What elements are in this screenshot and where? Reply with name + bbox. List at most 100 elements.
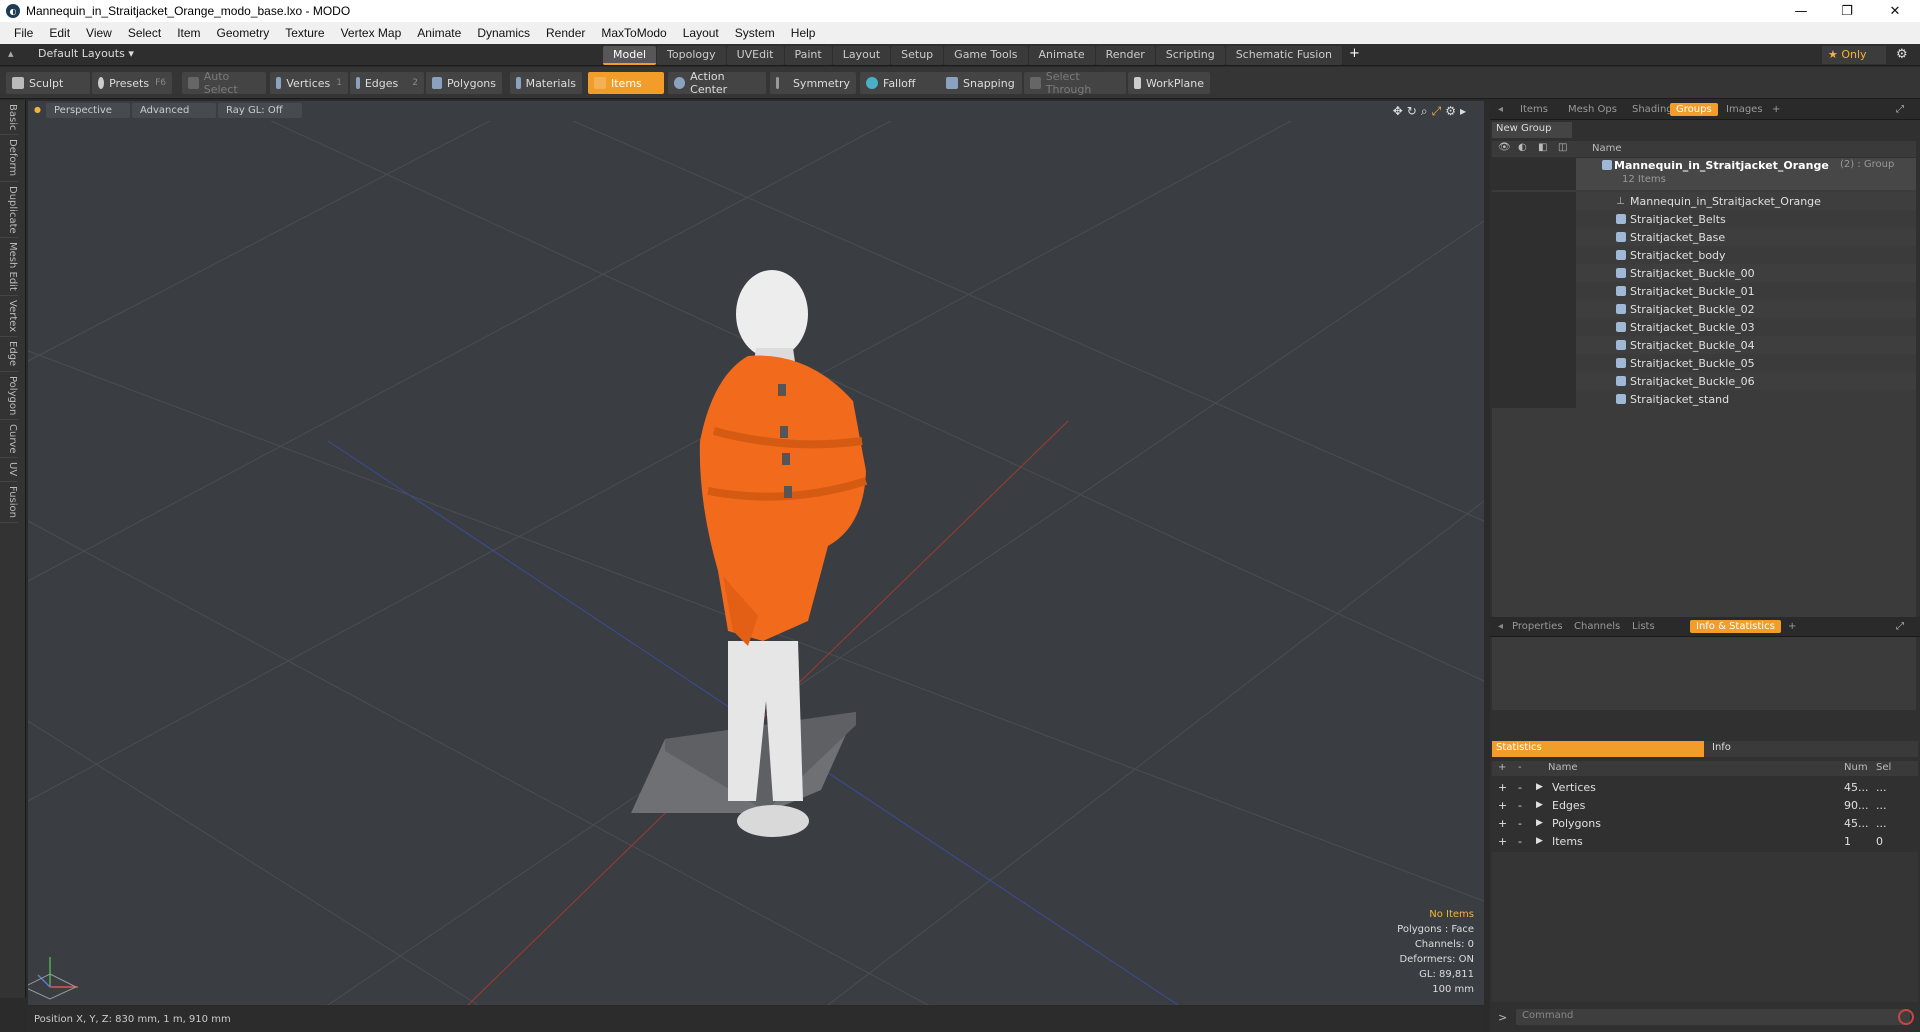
left-tab-fusion[interactable]: Fusion (0, 482, 18, 523)
expand-all-icon[interactable]: + (1498, 762, 1506, 773)
expand-icon[interactable]: ▴ (8, 47, 14, 60)
raygl-toggle[interactable]: Ray GL: Off (218, 103, 302, 118)
menu-layout[interactable]: Layout (683, 26, 719, 40)
group-row[interactable]: ▾ Mannequin_in_Straitjacket_Orange (2) :… (1492, 158, 1916, 190)
tab-setup[interactable]: Setup (891, 46, 944, 65)
add-icon[interactable]: + (1498, 781, 1507, 794)
tab-schematic-fusion[interactable]: Schematic Fusion (1225, 46, 1343, 65)
menu-file[interactable]: File (14, 26, 33, 40)
minimize-icon[interactable]: — (1778, 0, 1824, 22)
tab-scripting[interactable]: Scripting (1155, 46, 1225, 65)
tab-properties[interactable]: Properties (1506, 620, 1569, 633)
items-button[interactable]: Items (588, 72, 664, 94)
tab-layout[interactable]: Layout (832, 46, 891, 65)
left-tab-deform[interactable]: Deform (0, 135, 18, 182)
tab-channels[interactable]: Channels (1568, 620, 1626, 633)
menu-system[interactable]: System (735, 26, 775, 40)
info-tab[interactable]: Info (1706, 741, 1737, 754)
add-info-tab-icon[interactable]: + (1782, 620, 1802, 633)
new-group-button[interactable]: New Group (1492, 122, 1572, 138)
stats-row-items[interactable]: + - ▶ Items 1 0 (1492, 833, 1918, 851)
list-item[interactable]: Straitjacket_Buckle_05 (1492, 354, 1916, 372)
left-tab-uv[interactable]: UV (0, 458, 18, 482)
menu-help[interactable]: Help (791, 26, 816, 40)
menu-vertex-map[interactable]: Vertex Map (341, 26, 402, 40)
list-item[interactable]: Straitjacket_Buckle_00 (1492, 264, 1916, 282)
menu-edit[interactable]: Edit (49, 26, 70, 40)
materials-button[interactable]: Materials (510, 72, 582, 94)
menu-select[interactable]: Select (128, 26, 161, 40)
only-toggle[interactable]: ★ Only (1822, 46, 1886, 64)
remove-icon[interactable]: - (1518, 817, 1522, 830)
viewport-settings-icon[interactable]: ⚙ (1445, 104, 1460, 118)
action-center-button[interactable]: Action Center (668, 70, 766, 96)
tab-items[interactable]: Items (1514, 103, 1554, 116)
add-tab-icon[interactable]: + (1343, 46, 1366, 65)
add-icon[interactable]: + (1498, 799, 1507, 812)
record-icon[interactable] (1898, 1009, 1914, 1025)
left-tab-edge[interactable]: Edge (0, 337, 18, 372)
add-icon[interactable]: + (1498, 817, 1507, 830)
default-layouts-dropdown[interactable]: Default Layouts ▾ (38, 47, 134, 60)
list-item[interactable]: Straitjacket_Belts (1492, 210, 1916, 228)
stats-row-vertices[interactable]: + - ▶ Vertices 45... ... (1492, 779, 1918, 797)
gear-icon[interactable]: ⚙ (1896, 47, 1908, 62)
tab-mesh-ops[interactable]: Mesh Ops (1562, 103, 1623, 116)
sculpt-button[interactable]: Sculpt (6, 72, 90, 94)
tab-render[interactable]: Render (1095, 46, 1155, 65)
workplane-button[interactable]: WorkPlane (1128, 72, 1210, 94)
menu-dynamics[interactable]: Dynamics (477, 26, 530, 40)
left-tab-mesh-edit[interactable]: Mesh Edit (0, 238, 18, 297)
polygons-button[interactable]: Polygons (426, 72, 502, 94)
command-input[interactable]: Command (1516, 1009, 1910, 1025)
menu-geometry[interactable]: Geometry (217, 26, 270, 40)
list-item[interactable]: Straitjacket_Buckle_06 (1492, 372, 1916, 390)
panel-expand-icon[interactable]: ⤢ (1890, 103, 1910, 116)
fit-view-icon[interactable]: ⤢ (1432, 104, 1446, 118)
menu-item[interactable]: Item (177, 26, 200, 40)
zoom-view-icon[interactable]: ⌕ (1421, 104, 1432, 118)
vertices-button[interactable]: Vertices 1 (270, 72, 348, 94)
edges-button[interactable]: Edges 2 (350, 72, 424, 94)
auto-select-button[interactable]: Auto Select (182, 70, 266, 96)
list-item[interactable]: Straitjacket_Buckle_03 (1492, 318, 1916, 336)
stats-row-polygons[interactable]: + - ▶ Polygons 45... ... (1492, 815, 1918, 833)
viewport-menu-icon[interactable]: ▸ (1460, 104, 1470, 118)
menu-texture[interactable]: Texture (285, 26, 324, 40)
left-tab-vertex[interactable]: Vertex (0, 296, 18, 338)
statistics-tab[interactable]: Statistics (1492, 741, 1704, 757)
left-tab-duplicate[interactable]: Duplicate (0, 182, 18, 239)
menu-animate[interactable]: Animate (417, 26, 461, 40)
list-item[interactable]: Straitjacket_Buckle_01 (1492, 282, 1916, 300)
tab-lists[interactable]: Lists (1626, 620, 1661, 633)
left-tab-curve[interactable]: Curve (0, 420, 18, 459)
tab-paint[interactable]: Paint (784, 46, 832, 65)
left-tab-polygon[interactable]: Polygon (0, 372, 18, 420)
list-item[interactable]: Straitjacket_Buckle_02 (1492, 300, 1916, 318)
tab-animate[interactable]: Animate (1028, 46, 1095, 65)
rotate-view-icon[interactable]: ↻ (1407, 104, 1421, 118)
close-icon[interactable]: ✕ (1872, 0, 1918, 22)
add-panel-tab-icon[interactable]: + (1766, 103, 1786, 116)
3d-viewport[interactable]: ● Perspective Advanced Ray GL: Off ✥↻⌕⤢⚙… (28, 101, 1484, 1005)
perspective-dropdown[interactable]: Perspective (46, 103, 130, 118)
tab-model[interactable]: Model (603, 46, 657, 65)
symmetry-button[interactable]: Symmetry (770, 72, 856, 94)
shading-dropdown[interactable]: Advanced (132, 103, 216, 118)
restore-icon[interactable]: ❐ (1824, 0, 1870, 22)
remove-icon[interactable]: - (1518, 799, 1522, 812)
list-item[interactable]: Straitjacket_Base (1492, 228, 1916, 246)
remove-icon[interactable]: - (1518, 835, 1522, 848)
expand-row-icon[interactable]: ▶ (1536, 818, 1543, 828)
stats-row-edges[interactable]: + - ▶ Edges 90... ... (1492, 797, 1918, 815)
menu-render[interactable]: Render (546, 26, 585, 40)
collapse-all-icon[interactable]: - (1518, 762, 1522, 773)
list-item[interactable]: ⊥ Mannequin_in_Straitjacket_Orange (1492, 192, 1916, 210)
remove-icon[interactable]: - (1518, 781, 1522, 794)
select-through-button[interactable]: Select Through (1024, 70, 1126, 96)
tab-game-tools[interactable]: Game Tools (944, 46, 1028, 65)
add-icon[interactable]: + (1498, 835, 1507, 848)
tab-info-statistics[interactable]: Info & Statistics (1690, 620, 1781, 633)
presets-button[interactable]: Presets F6 (92, 72, 172, 94)
info-panel-expand-icon[interactable]: ⤢ (1890, 620, 1910, 633)
